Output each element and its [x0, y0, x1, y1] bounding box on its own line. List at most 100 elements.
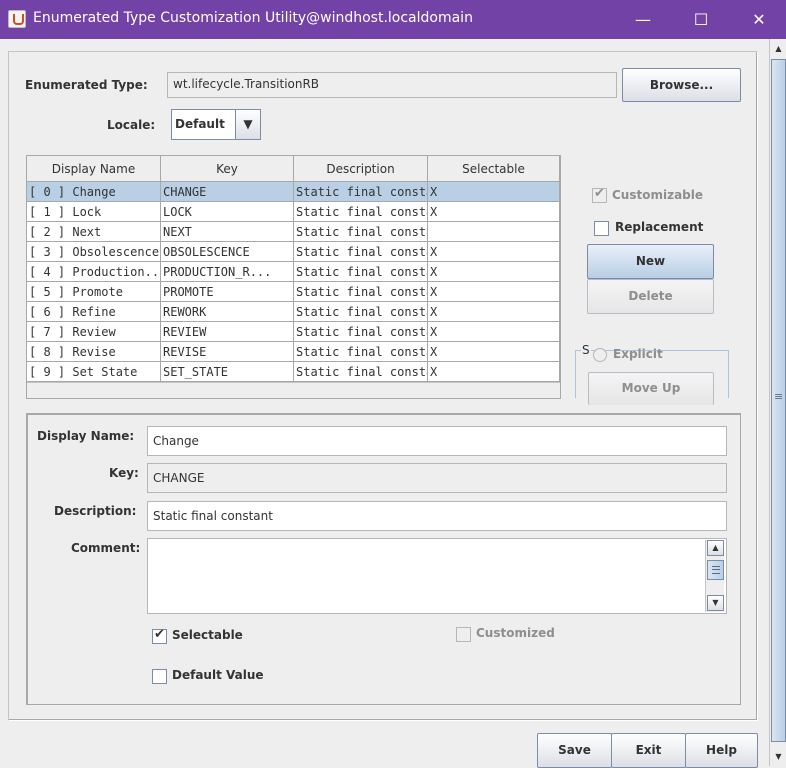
locale-value: Default [175, 117, 225, 131]
default-value-label: Default Value [172, 668, 264, 682]
close-button[interactable]: ✕ [730, 0, 786, 39]
comment-scrollbar[interactable]: ▲ ▼ [705, 540, 724, 612]
cell-selectable: X [428, 302, 560, 322]
cell-description: Static final constant [294, 282, 428, 302]
table-row[interactable]: [ 0 ] Change CHANGE Static final constan… [27, 182, 560, 202]
explicit-radio[interactable] [593, 348, 607, 362]
cell-display-name: [ 2 ] Next [27, 222, 161, 242]
move-up-button[interactable]: Move Up [588, 372, 714, 405]
delete-button[interactable]: Delete [587, 279, 714, 314]
cell-display-name: [ 1 ] Lock [27, 202, 161, 222]
java-cup-icon [8, 10, 26, 28]
comment-textarea[interactable] [147, 538, 727, 614]
save-button[interactable]: Save [537, 733, 612, 768]
locale-label: Locale: [107, 118, 156, 132]
exit-button[interactable]: Exit [611, 733, 686, 768]
table-body: [ 0 ] Change CHANGE Static final constan… [27, 182, 560, 382]
browse-button[interactable]: Browse... [622, 68, 741, 102]
table-row[interactable]: [ 1 ] Lock LOCK Static final constant. X [27, 202, 560, 222]
cell-description: Static final constant [294, 242, 428, 262]
table-row[interactable]: [ 9 ] Set State SET_STATE Static final c… [27, 362, 560, 382]
scroll-up-icon[interactable]: ▲ [707, 540, 724, 556]
cell-key: PRODUCTION_R... [161, 262, 294, 282]
title-bar: Enumerated Type Customization Utility@wi… [0, 0, 786, 39]
cell-selectable: X [428, 342, 560, 362]
cell-key: REVISE [161, 342, 294, 362]
cell-description: Static final constant. [294, 202, 428, 222]
description-field[interactable]: Static final constant [147, 501, 727, 531]
checkmark-icon: ✔ [154, 627, 165, 642]
key-label: Key: [109, 466, 139, 480]
cell-description: Static final constant. [294, 222, 428, 242]
new-button[interactable]: New [587, 244, 714, 279]
cell-selectable [428, 222, 560, 242]
scroll-down-icon[interactable]: ▼ [707, 595, 724, 611]
table-header: Display Name Key Description Selectable [27, 156, 560, 182]
column-header-key[interactable]: Key [161, 156, 294, 182]
customized-checkbox[interactable] [456, 627, 471, 642]
table-row[interactable]: [ 5 ] Promote PROMOTE Static final const… [27, 282, 560, 302]
customizable-checkbox[interactable]: ✔ [592, 186, 607, 203]
table-row[interactable]: [ 3 ] Obsolescence OBSOLESCENCE Static f… [27, 242, 560, 262]
table-row[interactable]: [ 6 ] Refine REWORK Static final constan… [27, 302, 560, 322]
cell-description: Static final constant. [294, 302, 428, 322]
cell-key: LOCK [161, 202, 294, 222]
cell-display-name: [ 9 ] Set State [27, 362, 161, 382]
cell-key: REWORK [161, 302, 294, 322]
enum-type-label: Enumerated Type: [25, 78, 148, 92]
replacement-checkbox[interactable] [594, 221, 609, 236]
selectable-checkbox[interactable]: ✔ [152, 627, 167, 644]
cell-key: SET_STATE [161, 362, 294, 382]
display-name-label: Display Name: [37, 429, 135, 443]
table-row[interactable]: [ 8 ] Revise REVISE Static final constan… [27, 342, 560, 362]
customized-label: Customized [476, 626, 555, 640]
cell-selectable: X [428, 242, 560, 262]
cell-display-name: [ 6 ] Refine [27, 302, 161, 322]
column-header-description[interactable]: Description [294, 156, 428, 182]
scroll-down-icon[interactable]: ▼ [771, 749, 786, 764]
minimize-button[interactable]: — [614, 0, 672, 39]
column-header-display-name[interactable]: Display Name [27, 156, 161, 182]
cell-selectable: X [428, 202, 560, 222]
cell-key: OBSOLESCENCE [161, 242, 294, 262]
checkmark-icon: ✔ [594, 186, 605, 201]
cell-description: Static final constant [294, 322, 428, 342]
cell-key: NEXT [161, 222, 294, 242]
table-row[interactable]: [ 7 ] Review REVIEW Static final constan… [27, 322, 560, 342]
cell-key: PROMOTE [161, 282, 294, 302]
maximize-button[interactable]: ☐ [672, 0, 730, 39]
cell-description: Static final constant [294, 262, 428, 282]
scroll-thumb[interactable] [771, 59, 786, 742]
table-row[interactable]: [ 2 ] Next NEXT Static final constant. [27, 222, 560, 242]
window-scrollbar[interactable]: ▲ ▼ [769, 39, 786, 766]
enum-type-field[interactable]: wt.lifecycle.TransitionRB [167, 72, 617, 98]
scroll-up-icon[interactable]: ▲ [771, 41, 786, 56]
table-row[interactable]: [ 4 ] Production... PRODUCTION_R... Stat… [27, 262, 560, 282]
customizable-label: Customizable [612, 188, 704, 202]
column-header-selectable[interactable]: Selectable [428, 156, 560, 182]
table-horizontal-scroll-area[interactable] [27, 382, 560, 398]
cell-selectable: X [428, 262, 560, 282]
cell-display-name: [ 7 ] Review [27, 322, 161, 342]
cell-description: Static final constant [294, 342, 428, 362]
cell-key: REVIEW [161, 322, 294, 342]
cell-description: Static final constant [294, 362, 428, 382]
default-value-checkbox[interactable] [152, 669, 167, 684]
cell-description: Static final constant [294, 182, 428, 202]
display-name-field[interactable]: Change [147, 426, 727, 456]
cell-selectable: X [428, 362, 560, 382]
cell-display-name: [ 0 ] Change [27, 182, 161, 202]
cell-display-name: [ 5 ] Promote [27, 282, 161, 302]
chevron-down-icon[interactable]: ▼ [235, 110, 260, 139]
replacement-label: Replacement [615, 220, 704, 234]
scroll-thumb[interactable] [707, 560, 724, 580]
cell-selectable: X [428, 322, 560, 342]
help-button[interactable]: Help [685, 733, 758, 768]
cell-display-name: [ 8 ] Revise [27, 342, 161, 362]
locale-combo[interactable]: Default ▼ [171, 109, 261, 140]
enum-table: Display Name Key Description Selectable … [26, 155, 561, 399]
cell-display-name: [ 4 ] Production... [27, 262, 161, 282]
comment-label: Comment: [71, 541, 141, 555]
key-field[interactable]: CHANGE [147, 463, 727, 493]
explicit-label: Explicit [613, 347, 663, 361]
